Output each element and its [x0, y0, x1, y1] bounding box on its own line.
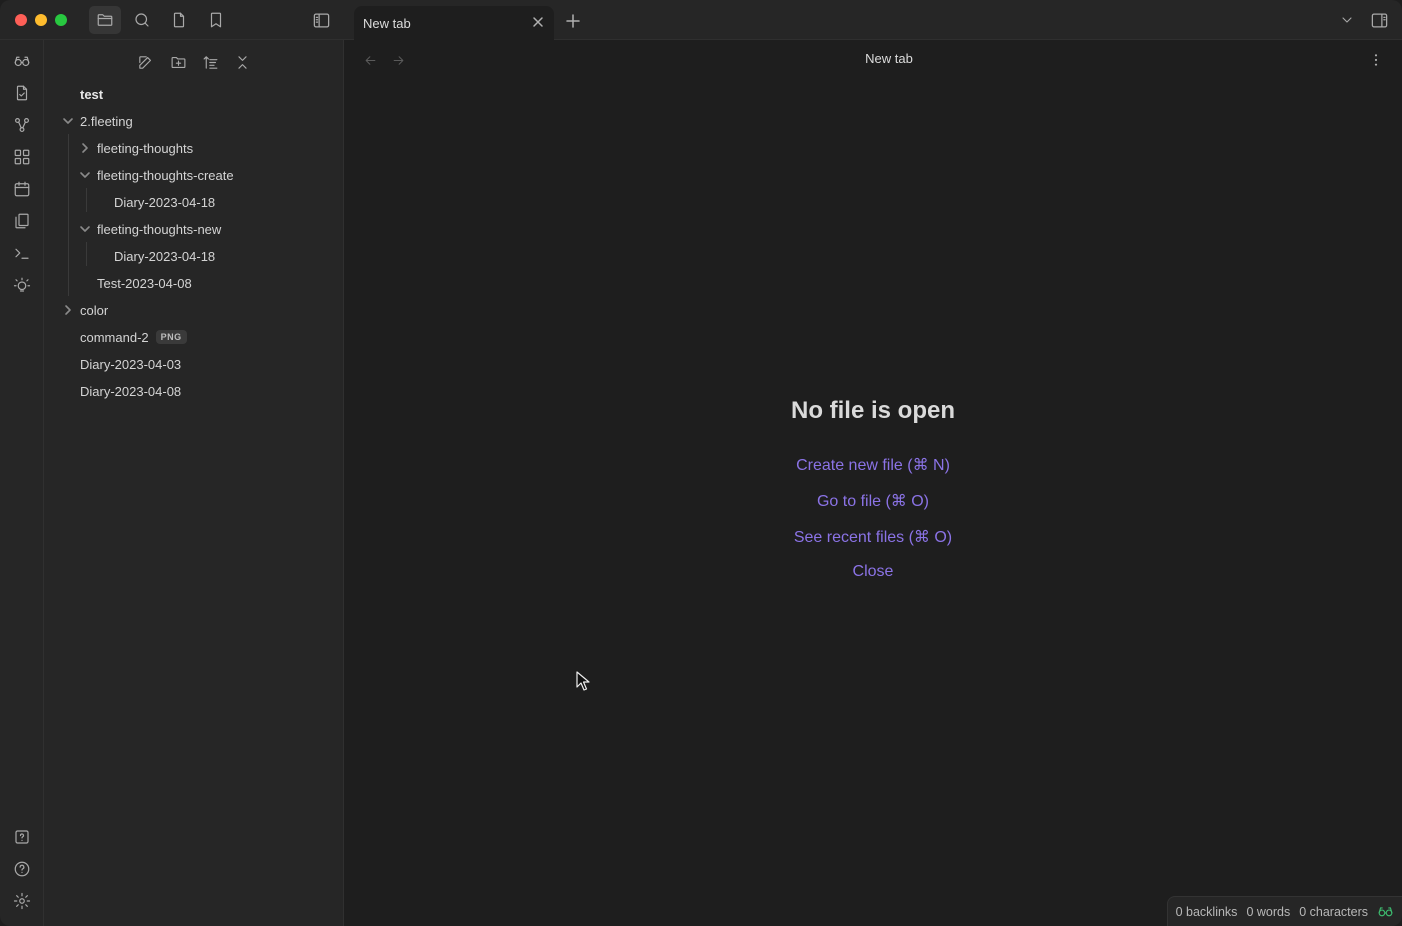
- collapse-all-icon: [237, 55, 247, 69]
- main-pane: New tab No file is open Create new file …: [344, 40, 1402, 926]
- sort-button[interactable]: [197, 50, 223, 74]
- bookmarks-tab-button[interactable]: [200, 6, 232, 34]
- tab-new-tab[interactable]: New tab: [354, 6, 554, 40]
- bookmark-icon: [210, 12, 222, 28]
- plus-icon: [566, 14, 580, 28]
- search-tab-button[interactable]: [126, 6, 158, 34]
- file-diary-2023-04-08[interactable]: Diary-2023-04-08: [80, 379, 181, 403]
- view-header-title: New tab: [865, 51, 913, 66]
- tab-label: New tab: [363, 16, 411, 31]
- sidebar-toggle-icon: [313, 13, 329, 27]
- right-sidebar-icon: [1371, 13, 1387, 27]
- chevron-down-icon: [1342, 17, 1352, 23]
- new-note-button[interactable]: [132, 50, 158, 74]
- chevron-down-icon[interactable]: [62, 115, 74, 127]
- open-file-icon: [16, 85, 28, 101]
- command-palette-button[interactable]: [9, 240, 35, 266]
- graph-view-icon: [15, 118, 29, 132]
- sort-icon: [203, 55, 217, 69]
- chevron-right-icon[interactable]: [79, 142, 91, 154]
- app-window: New tab test 2.fleeting fleeting-thought…: [0, 0, 1402, 926]
- help-icon: [14, 861, 30, 877]
- chevron-down-icon[interactable]: [79, 169, 91, 181]
- vault-help-button[interactable]: [9, 824, 35, 850]
- folder-fleeting-thoughts-create[interactable]: fleeting-thoughts-create: [97, 163, 234, 187]
- file-diary-2023-04-03[interactable]: Diary-2023-04-03: [80, 352, 181, 376]
- file-explorer: test 2.fleeting fleeting-thoughts fleeti…: [44, 40, 344, 926]
- see-recent-files-link[interactable]: See recent files (⌘ O): [673, 527, 1073, 547]
- vault-switch-button[interactable]: [9, 48, 35, 74]
- vault-name[interactable]: test: [80, 82, 103, 106]
- collapse-all-button[interactable]: [229, 50, 255, 74]
- close-icon: [533, 17, 543, 27]
- folder-fleeting-thoughts[interactable]: fleeting-thoughts: [97, 136, 193, 160]
- mouse-cursor-icon: [576, 671, 590, 691]
- chevron-right-icon[interactable]: [62, 304, 74, 316]
- go-to-file-link[interactable]: Go to file (⌘ O): [673, 491, 1073, 511]
- command-palette-icon: [15, 248, 29, 259]
- close-tab-link[interactable]: Close: [673, 563, 1073, 581]
- file-test-2023-04-08[interactable]: Test-2023-04-08: [97, 271, 192, 295]
- graph-view-button[interactable]: [9, 112, 35, 138]
- file-diary-2023-04-18[interactable]: Diary-2023-04-18: [114, 190, 215, 214]
- tab-list-button[interactable]: [1331, 6, 1363, 34]
- sync-status-icon[interactable]: [1377, 903, 1394, 920]
- character-count: 0 characters: [1299, 904, 1368, 919]
- templates-button[interactable]: [9, 208, 35, 234]
- tip-icon: [13, 277, 31, 292]
- more-vertical-icon: [1374, 54, 1378, 66]
- more-options-button[interactable]: [1366, 50, 1386, 70]
- vault-help-icon: [15, 830, 29, 844]
- open-file-button[interactable]: [9, 80, 35, 106]
- daily-note-icon: [14, 181, 30, 197]
- daily-note-button[interactable]: [9, 176, 35, 202]
- empty-state-heading: No file is open: [790, 397, 955, 424]
- tip-button[interactable]: [9, 272, 35, 298]
- tree-guide: [86, 242, 87, 266]
- canvas-icon: [14, 149, 30, 165]
- toggle-left-sidebar-button[interactable]: [305, 6, 337, 34]
- zoom-window-button[interactable]: [55, 14, 67, 26]
- tree-guide: [68, 134, 69, 296]
- settings-button[interactable]: [9, 888, 35, 914]
- backlinks-count[interactable]: 0 backlinks: [1176, 905, 1238, 919]
- toggle-right-sidebar-button[interactable]: [1363, 6, 1395, 34]
- file-icon: [173, 12, 185, 28]
- file-label: command-2: [80, 329, 149, 345]
- create-new-file-link[interactable]: Create new file (⌘ N): [673, 455, 1073, 475]
- file-tab-button[interactable]: [163, 6, 195, 34]
- word-count: 0 words: [1246, 904, 1291, 919]
- new-note-icon: [138, 55, 151, 69]
- new-tab-button[interactable]: [563, 11, 583, 31]
- tree-guide: [86, 188, 87, 212]
- close-window-button[interactable]: [15, 14, 27, 26]
- templates-icon: [15, 213, 29, 229]
- folder-fleeting-thoughts-new[interactable]: fleeting-thoughts-new: [97, 217, 221, 241]
- search-icon: [135, 13, 149, 27]
- new-folder-button[interactable]: [165, 50, 191, 74]
- folder-2-fleeting[interactable]: 2.fleeting: [80, 109, 133, 133]
- file-diary-2023-04-18[interactable]: Diary-2023-04-18: [114, 244, 215, 268]
- new-folder-icon: [171, 56, 185, 68]
- chevron-down-icon[interactable]: [79, 223, 91, 235]
- status-bar: 0 backlinks 0 words 0 characters: [1166, 896, 1402, 926]
- folder-icon: [97, 14, 113, 26]
- vault-switch-icon: [14, 56, 30, 67]
- title-bar: New tab: [0, 0, 1402, 40]
- settings-icon: [13, 892, 31, 910]
- minimize-window-button[interactable]: [35, 14, 47, 26]
- file-type-badge: PNG: [155, 330, 187, 344]
- files-tab-button[interactable]: [89, 6, 121, 34]
- canvas-button[interactable]: [9, 144, 35, 170]
- tab-close-button[interactable]: [530, 14, 546, 30]
- folder-color[interactable]: color: [80, 298, 108, 322]
- left-ribbon: [0, 40, 44, 926]
- file-command-2[interactable]: command-2 PNG: [80, 325, 187, 349]
- help-button[interactable]: [9, 856, 35, 882]
